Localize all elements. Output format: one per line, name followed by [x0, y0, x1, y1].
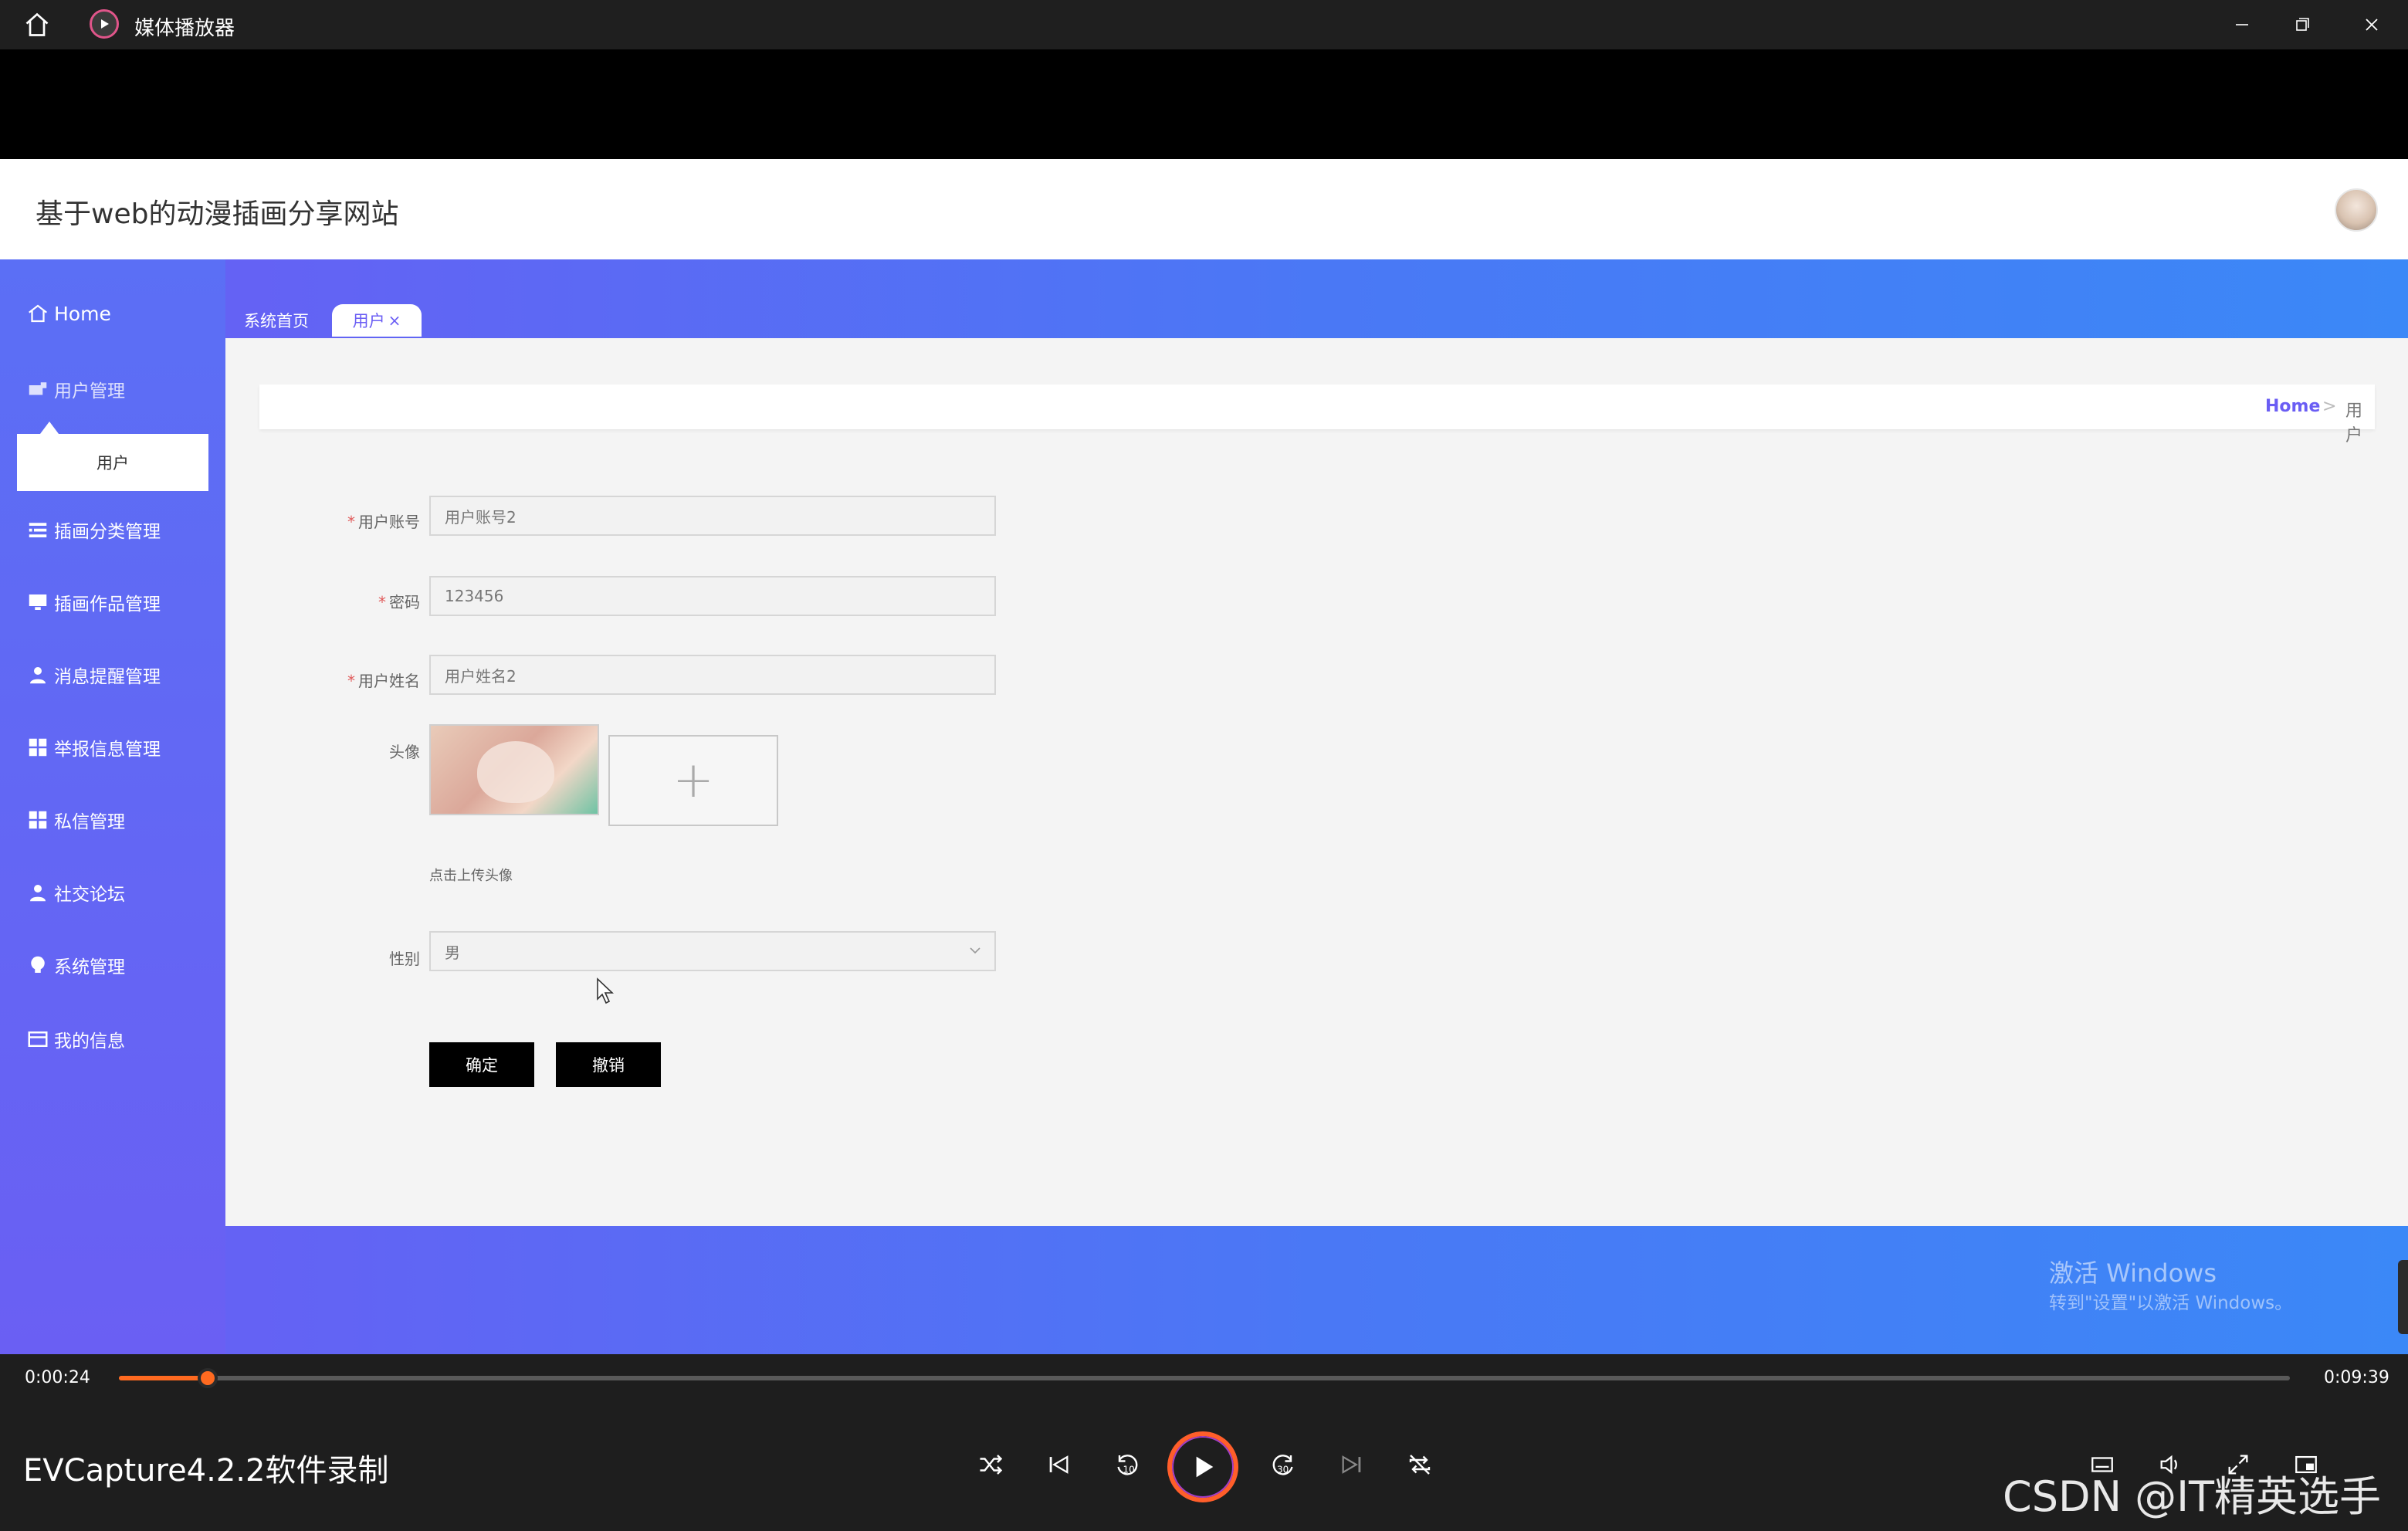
repeat-off-icon[interactable] — [1402, 1447, 1438, 1482]
sidebar-item-label: 系统管理 — [54, 957, 125, 977]
seek-bar[interactable] — [119, 1368, 2290, 1388]
rewind-10-icon[interactable]: 10 — [1109, 1447, 1144, 1482]
sidebar: Home 用户管理 用户 插画分类管理 插画作品管理 消息提醒管理 举报信息管理… — [0, 259, 225, 1354]
next-icon[interactable] — [1334, 1447, 1370, 1482]
account-label: * 用户账号 — [347, 513, 420, 531]
tab-label: 用户 — [352, 312, 385, 330]
svg-text:30: 30 — [1277, 1465, 1289, 1475]
cancel-button[interactable]: 撤销 — [556, 1042, 661, 1087]
shuffle-icon[interactable] — [973, 1447, 1008, 1482]
sidebar-item-category[interactable]: 插画分类管理 — [26, 513, 161, 547]
person-icon — [26, 881, 49, 904]
sidebar-item-label: 社交论坛 — [54, 885, 125, 905]
sidebar-item-label: 私信管理 — [54, 812, 125, 832]
grid-icon — [26, 736, 49, 759]
csdn-watermark: CSDN @IT精英选手 — [2003, 1472, 2382, 1521]
minimize-icon[interactable] — [2227, 9, 2257, 40]
upload-hint: 点击上传头像 — [429, 868, 513, 884]
sidebar-item-label: 我的信息 — [54, 1031, 125, 1052]
sidebar-item-label: 举报信息管理 — [54, 740, 161, 760]
home-icon[interactable] — [23, 11, 51, 39]
play-icon — [1196, 1456, 1214, 1478]
sidebar-subitem-user[interactable]: 用户 — [17, 434, 208, 491]
main-content: Home > 用户 * 用户账号 用户账号2 * 密码 123456 * 用户姓名 用… — [225, 338, 2408, 1226]
breadcrumb-separator: > — [2322, 397, 2337, 416]
sidebar-item-works[interactable]: 插画作品管理 — [26, 585, 161, 619]
current-time: 0:00:24 — [25, 1368, 90, 1387]
window-titlebar: 媒体播放器 — [0, 0, 2408, 49]
name-field[interactable]: 用户姓名2 — [429, 655, 996, 695]
plus-icon: + — [672, 752, 714, 809]
screen-root: 媒体播放器 基于web的动漫插画分享网站 Home 用户管理 用户 插画分类管理… — [0, 0, 2408, 1531]
media-controls: 0:00:24 0:09:39 EVCapture4.2.2软件录制 10 30 — [0, 1354, 2408, 1531]
video-letterbox — [0, 49, 2408, 159]
sidebar-item-user-mgmt[interactable]: 用户管理 — [26, 372, 125, 406]
forward-30-icon[interactable]: 30 — [1266, 1447, 1302, 1482]
svg-text:10: 10 — [1123, 1465, 1135, 1475]
sidebar-item-reports[interactable]: 举报信息管理 — [26, 730, 161, 764]
chevron-down-icon — [968, 943, 982, 961]
submenu-pointer — [40, 422, 59, 434]
account-field[interactable]: 用户账号2 — [429, 496, 996, 536]
sidebar-item-label: 消息提醒管理 — [54, 667, 161, 687]
web-app: 基于web的动漫插画分享网站 Home 用户管理 用户 插画分类管理 插画作品管… — [0, 159, 2408, 1354]
sidebar-item-messages[interactable]: 消息提醒管理 — [26, 658, 161, 692]
password-label: * 密码 — [378, 593, 420, 611]
sidebar-item-system[interactable]: 系统管理 — [26, 948, 125, 982]
sidebar-item-label: 插画分类管理 — [54, 522, 161, 542]
upload-avatar-button[interactable]: + — [608, 735, 778, 826]
password-field[interactable]: 123456 — [429, 576, 996, 616]
side-panel-handle[interactable] — [2398, 1260, 2408, 1334]
total-time: 0:09:39 — [2324, 1368, 2389, 1387]
breadcrumb-current: 用户 — [2345, 401, 2363, 445]
home-icon — [26, 302, 49, 325]
grid-icon — [26, 808, 49, 832]
window-title: 媒体播放器 — [134, 17, 235, 40]
avatar-preview-image[interactable] — [429, 724, 599, 815]
id-card-icon — [26, 1028, 49, 1051]
seek-bar-handle[interactable] — [198, 1368, 218, 1388]
windows-activation-watermark: 激活 Windows — [2049, 1258, 2217, 1288]
monitor-icon — [26, 591, 49, 614]
close-icon[interactable]: × — [388, 311, 401, 330]
person-icon — [26, 663, 49, 686]
avatar[interactable] — [2335, 188, 2378, 232]
tab-home[interactable]: 系统首页 — [244, 304, 309, 337]
lightbulb-icon — [26, 953, 49, 977]
windows-activation-hint: 转到"设置"以激活 Windows。 — [2049, 1293, 2293, 1313]
sidebar-item-home[interactable]: Home — [26, 296, 111, 330]
play-button[interactable] — [1167, 1431, 1238, 1502]
close-icon[interactable] — [2356, 9, 2387, 40]
media-player-icon — [90, 9, 119, 39]
seek-bar-fill — [119, 1376, 208, 1380]
gender-label: 性别 — [389, 950, 420, 968]
sidebar-item-my-info[interactable]: 我的信息 — [26, 1022, 125, 1056]
sidebar-item-forum[interactable]: 社交论坛 — [26, 876, 125, 909]
app-header: 基于web的动漫插画分享网站 — [0, 159, 2408, 259]
avatar-label: 头像 — [389, 743, 420, 761]
user-card-icon — [26, 378, 49, 401]
sidebar-item-label: 用户管理 — [54, 381, 125, 401]
video-title: EVCapture4.2.2软件录制 — [23, 1453, 389, 1489]
site-title: 基于web的动漫插画分享网站 — [36, 198, 399, 230]
confirm-button[interactable]: 确定 — [429, 1042, 534, 1087]
avatar-face-shape — [477, 741, 554, 803]
restore-icon[interactable] — [2287, 9, 2318, 40]
previous-icon[interactable] — [1041, 1447, 1076, 1482]
sidebar-item-label: Home — [54, 302, 111, 325]
sidebar-item-label: 插画作品管理 — [54, 594, 161, 615]
gender-select[interactable]: 男 — [429, 931, 996, 971]
breadcrumb: Home > 用户 — [259, 384, 2375, 445]
sidebar-item-pm[interactable]: 私信管理 — [26, 803, 125, 837]
breadcrumb-home[interactable]: Home — [2265, 397, 2320, 416]
list-icon — [26, 518, 49, 541]
tab-user[interactable]: 用户 × — [332, 304, 422, 337]
name-label: * 用户姓名 — [347, 672, 420, 690]
tab-bar: 系统首页 用户 × — [225, 259, 2408, 338]
